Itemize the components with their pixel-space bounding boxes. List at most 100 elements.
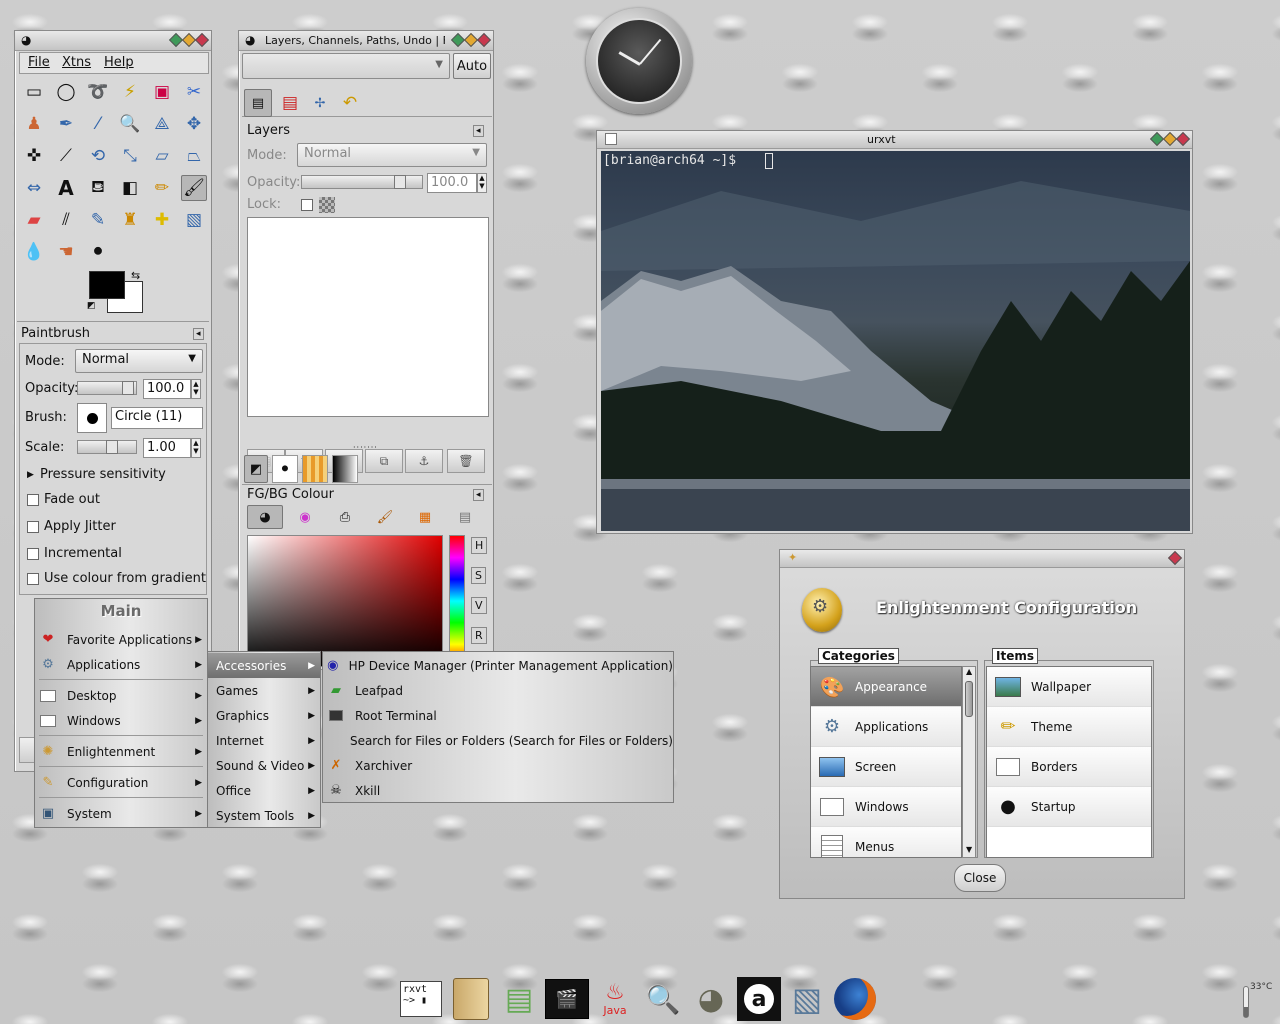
close-button[interactable]: Close <box>954 864 1006 892</box>
scissors-tool-icon[interactable]: ✂ <box>181 79 207 105</box>
menu-xtns[interactable]: Xtns <box>62 55 91 70</box>
urxvt-titlebar[interactable]: urxvt <box>597 131 1192 149</box>
expander-arrow-icon[interactable]: ▶ <box>27 470 34 480</box>
panel-menu-icon[interactable]: ◂ <box>473 489 484 501</box>
auto-button[interactable]: Auto <box>453 53 491 79</box>
close-icon[interactable] <box>1167 550 1183 566</box>
dock-java-icon[interactable]: ♨ Java <box>592 976 638 1022</box>
dock-amarok-icon[interactable]: a <box>736 976 782 1022</box>
menu-item-system-tools[interactable]: System Tools ▶ <box>208 803 320 828</box>
item-wallpaper[interactable]: Wallpaper <box>987 667 1151 707</box>
triangle-selector-icon[interactable]: ◉ <box>287 505 323 529</box>
free-select-tool-icon[interactable]: ➰ <box>85 79 111 105</box>
brush-preview-button[interactable] <box>77 403 107 433</box>
perspective-tool-icon[interactable]: ⏢ <box>181 143 207 169</box>
measure-tool-icon[interactable]: ⟁ <box>149 111 175 137</box>
tab-brushes[interactable]: ⚫ <box>272 455 298 483</box>
close-icon[interactable] <box>476 32 492 48</box>
foreground-select-tool-icon[interactable]: ♟ <box>21 111 47 137</box>
clone-tool-icon[interactable]: ♜ <box>117 207 143 233</box>
gradient-color-checkbox[interactable] <box>27 573 39 585</box>
tab-paths[interactable]: ✢ <box>306 89 334 117</box>
scale-slider-thumb[interactable] <box>106 440 118 454</box>
fuzzy-select-tool-icon[interactable]: ⚡ <box>117 79 143 105</box>
pencil-tool-icon[interactable]: ✏ <box>149 175 175 201</box>
menu-item-hp-device-manager[interactable]: ◉ HP Device Manager (Printer Management A… <box>323 653 673 678</box>
scrollbar-thumb[interactable] <box>965 681 973 717</box>
move-tool-icon[interactable]: ✥ <box>181 111 207 137</box>
align-tool-icon[interactable]: ✜ <box>21 143 47 169</box>
menu-item-favorite-applications[interactable]: ❤ Favorite Applications ▶ <box>35 627 207 652</box>
layer-opacity-slider[interactable] <box>301 175 423 189</box>
tab-patterns[interactable] <box>302 455 328 483</box>
category-screen[interactable]: Screen <box>811 747 961 787</box>
menu-item-enlightenment[interactable]: ✺ Enlightenment ▶ <box>35 739 207 764</box>
cmyk-selector-icon[interactable]: ⎙ <box>327 505 363 529</box>
dock-rxvt-icon[interactable]: rxvt ~> ▮ <box>398 976 444 1022</box>
menu-item-leafpad[interactable]: ▰ Leafpad <box>323 678 673 703</box>
menu-item-xkill[interactable]: ☠ Xkill <box>323 778 673 803</box>
menu-item-sound-video[interactable]: Sound & Video ▶ <box>208 753 320 778</box>
channel-r-button[interactable]: R <box>471 627 487 644</box>
apply-jitter-checkbox[interactable] <box>27 521 39 533</box>
layer-opacity-spin[interactable]: ▲ ▼ <box>477 173 487 193</box>
scroll-up-icon[interactable]: ▲ <box>966 667 972 676</box>
menu-item-accessories[interactable]: Accessories ▶ <box>208 653 320 678</box>
lock-alpha-icon[interactable] <box>319 197 335 213</box>
ink-tool-icon[interactable]: ✎ <box>85 207 111 233</box>
close-icon[interactable] <box>194 32 210 48</box>
palette-selector-icon[interactable]: ▦ <box>407 505 443 529</box>
dock-files-icon[interactable] <box>448 976 494 1022</box>
menu-item-search-files[interactable]: Search for Files or Folders (Search for … <box>323 728 673 753</box>
eraser-tool-icon[interactable]: ▰ <box>21 207 47 233</box>
menu-item-root-terminal[interactable]: Root Terminal <box>323 703 673 728</box>
toolbox-titlebar[interactable]: ◕ <box>15 31 211 51</box>
category-appearance[interactable]: 🎨 Appearance <box>811 667 961 707</box>
crop-tool-icon[interactable]: ⟋ <box>53 143 79 169</box>
tab-undo[interactable]: ↶ <box>336 89 364 117</box>
paintbrush-tool-icon[interactable]: 🖌 <box>181 175 207 201</box>
dock-firefox-icon[interactable] <box>832 976 878 1022</box>
tab-fgbg-colour[interactable]: ◩ <box>244 455 268 483</box>
layers-list[interactable] <box>247 217 489 417</box>
opacity-slider-thumb[interactable] <box>122 381 134 395</box>
scale-spin[interactable]: ▲ ▼ <box>191 438 201 458</box>
dodge-burn-tool-icon[interactable]: ⚫ <box>85 239 111 265</box>
close-icon[interactable] <box>1175 131 1191 147</box>
shear-tool-icon[interactable]: ▱ <box>149 143 175 169</box>
menu-item-system[interactable]: ▣ System ▶ <box>35 801 207 826</box>
rect-select-tool-icon[interactable]: ▭ <box>21 79 47 105</box>
airbrush-tool-icon[interactable]: ⫽ <box>53 207 79 233</box>
panel-menu-icon[interactable]: ◂ <box>193 328 204 340</box>
channel-v-button[interactable]: V <box>471 597 487 614</box>
foreground-color-swatch[interactable] <box>89 271 125 299</box>
dock-office-icon[interactable]: ▧ <box>784 976 830 1022</box>
scales-selector-icon[interactable]: ▤ <box>447 505 483 529</box>
menu-file[interactable]: File <box>28 55 50 70</box>
opacity-input[interactable]: 100.0 <box>143 379 191 399</box>
menu-item-graphics[interactable]: Graphics ▶ <box>208 703 320 728</box>
paths-tool-icon[interactable]: ✒ <box>53 111 79 137</box>
text-tool-icon[interactable]: A <box>53 175 79 201</box>
fade-out-checkbox[interactable] <box>27 494 39 506</box>
opacity-spin[interactable]: ▲ ▼ <box>191 379 201 399</box>
color-select-tool-icon[interactable]: ▣ <box>149 79 175 105</box>
dock-video-icon[interactable]: 🎬 <box>544 976 590 1022</box>
pane-resize-handle[interactable]: ······· <box>353 443 378 452</box>
brush-name-field[interactable]: Circle (11) <box>111 407 203 429</box>
heal-tool-icon[interactable]: ✚ <box>149 207 175 233</box>
item-borders[interactable]: Borders <box>987 747 1151 787</box>
menu-help[interactable]: Help <box>104 55 134 70</box>
categories-scrollbar[interactable]: ▲ ▼ <box>962 666 976 858</box>
default-colors-icon[interactable]: ◩ <box>87 301 96 311</box>
image-select[interactable]: ▼ <box>242 53 450 79</box>
window-menu-icon[interactable] <box>605 133 617 145</box>
scroll-down-icon[interactable]: ▼ <box>966 845 972 854</box>
menu-item-desktop[interactable]: Desktop ▶ <box>35 683 207 708</box>
tab-channels[interactable]: ▤ <box>276 89 304 117</box>
opacity-slider[interactable] <box>77 381 137 395</box>
menu-item-configuration[interactable]: ✎ Configuration ▶ <box>35 770 207 795</box>
tab-layers[interactable]: ▤ <box>244 89 272 117</box>
scale-slider[interactable] <box>77 440 137 454</box>
item-startup[interactable]: ● Startup <box>987 787 1151 827</box>
